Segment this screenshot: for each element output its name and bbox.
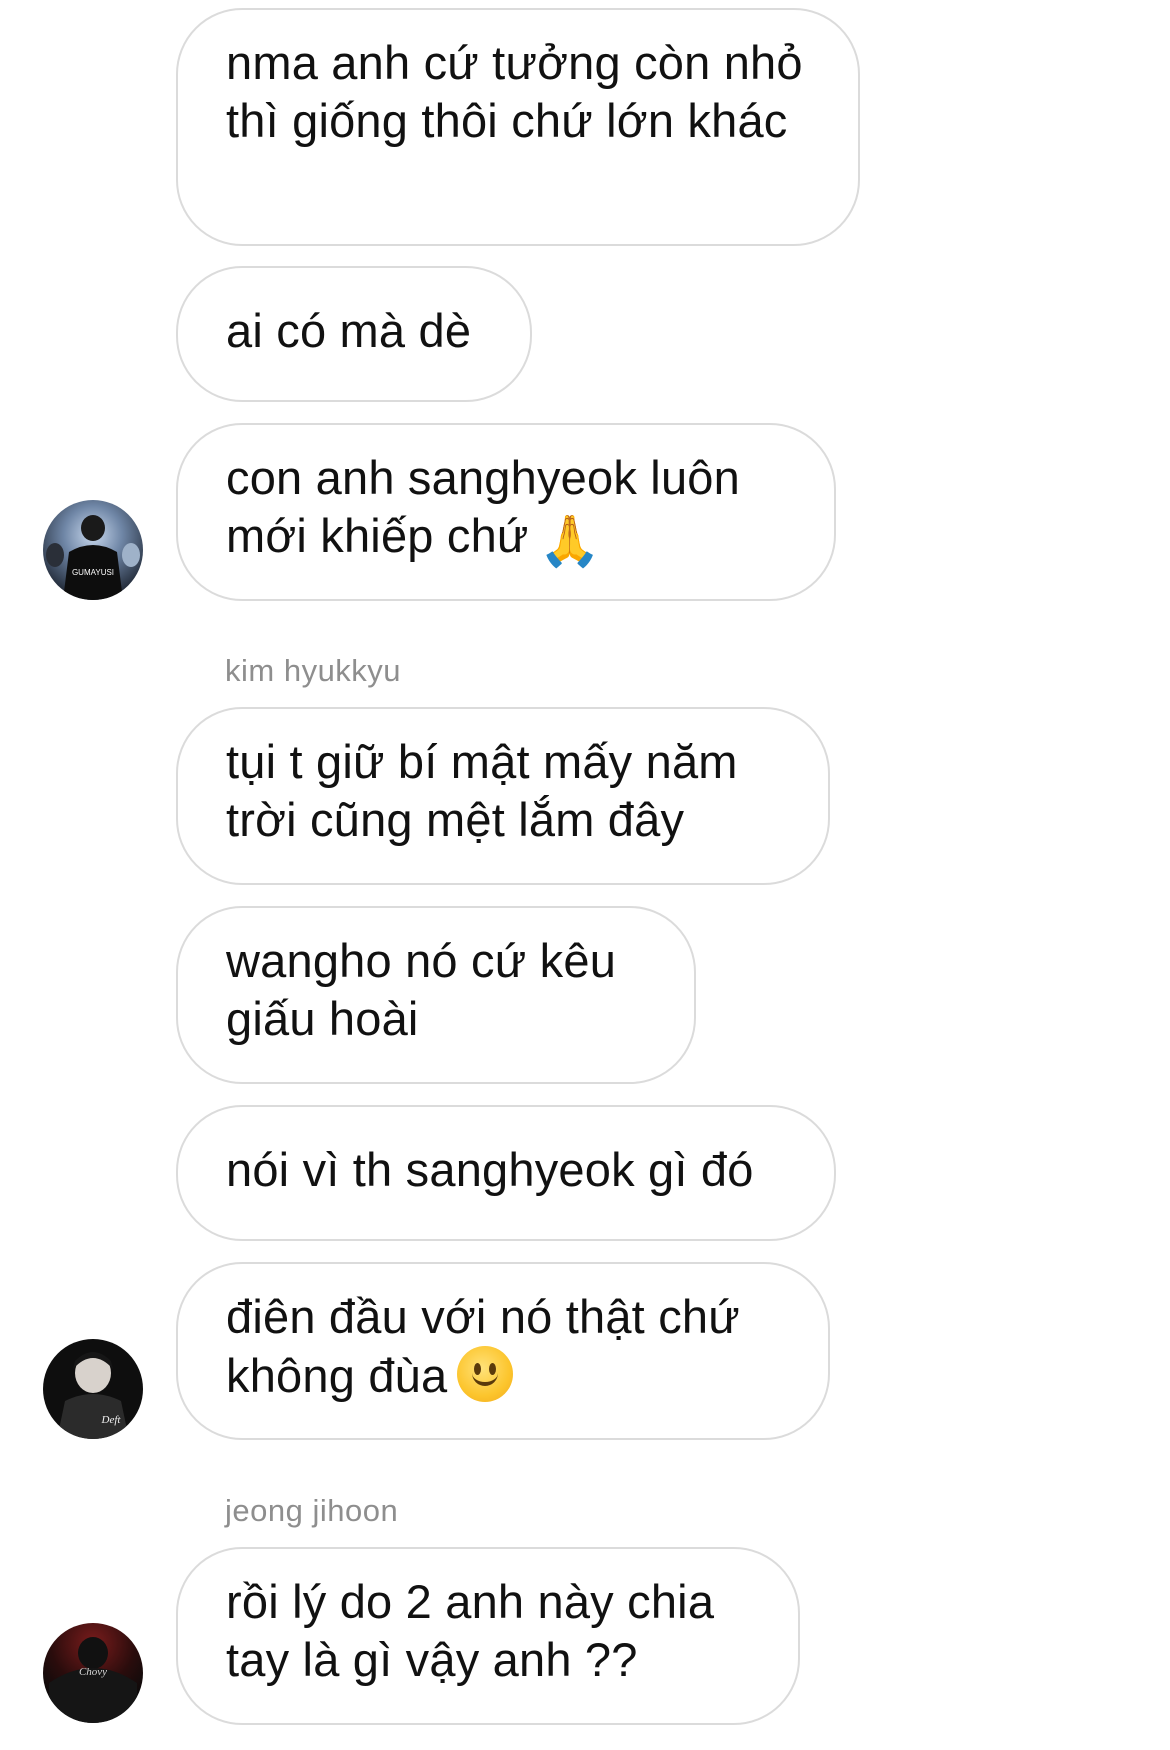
avatar-caption: Deft (101, 1414, 122, 1426)
message-text: nma anh cứ tưởng còn nhỏ thì giống thôi … (226, 36, 803, 147)
message-text: tụi t giữ bí mật mấy năm trời cũng mệt l… (226, 735, 738, 846)
message-text: nói vì th sanghyeok gì đó (226, 1143, 754, 1196)
avatar[interactable]: Deft (43, 1339, 143, 1439)
message-bubble[interactable]: con anh sanghyeok luôn mới khiếp chứ 🙏 (176, 423, 836, 601)
avatar-caption: Chovy (79, 1666, 107, 1678)
message-bubble[interactable]: wangho nó cứ kêu giấu hoài (176, 906, 696, 1084)
message-bubble[interactable]: tụi t giữ bí mật mấy năm trời cũng mệt l… (176, 707, 830, 885)
message-bubble[interactable]: rồi lý do 2 anh này chia tay là gì vậy a… (176, 1547, 800, 1725)
message-text: rồi lý do 2 anh này chia tay là gì vậy a… (226, 1575, 715, 1686)
avatar[interactable]: Chovy (43, 1623, 143, 1723)
avatar-caption: GUMAYUSI (72, 568, 114, 577)
avatar[interactable]: GUMAYUSI (43, 500, 143, 600)
message-bubble[interactable]: ai có mà dè (176, 266, 532, 402)
message-bubble[interactable]: nma anh cứ tưởng còn nhỏ thì giống thôi … (176, 8, 860, 246)
message-text: wangho nó cứ kêu giấu hoài (226, 934, 617, 1045)
sender-name: jeong jihoon (225, 1493, 399, 1528)
message-text: con anh sanghyeok luôn mới khiếp chứ (226, 451, 740, 562)
message-bubble[interactable]: nói vì th sanghyeok gì đó (176, 1105, 836, 1241)
folded-hands-emoji: 🙏 (538, 512, 602, 570)
slightly-smiling-face-emoji (457, 1346, 514, 1402)
message-text: ai có mà dè (226, 304, 472, 357)
sender-name: kim hyukkyu (225, 653, 402, 688)
message-bubble[interactable]: điên đầu với nó thật chứ không đùa (176, 1262, 830, 1440)
